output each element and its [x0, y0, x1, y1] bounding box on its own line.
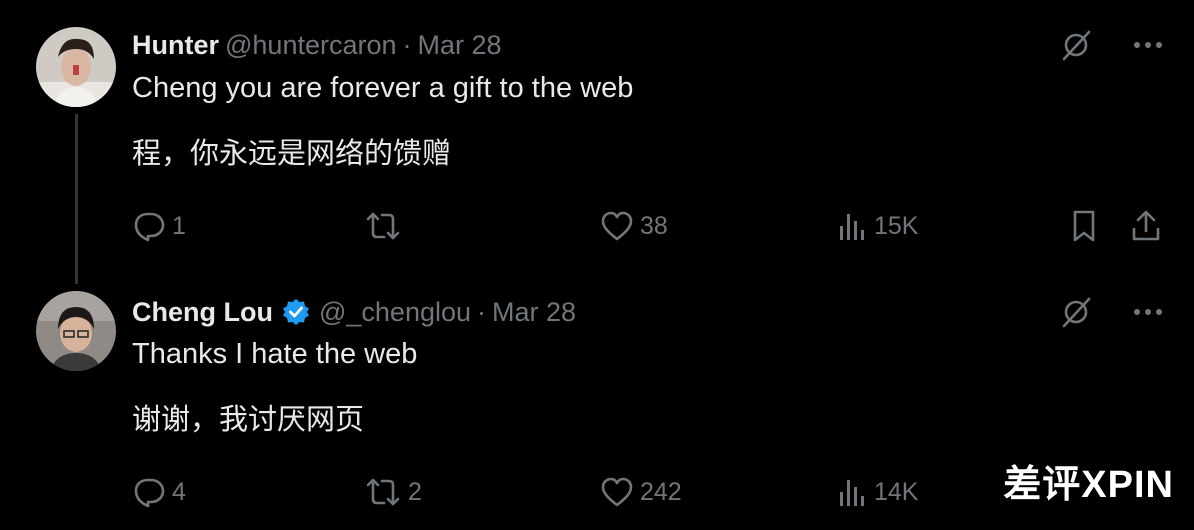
tweet-translation: 程，你永远是网络的馈赠 — [132, 138, 452, 170]
retweet-icon — [366, 212, 400, 240]
view-count: 14K — [874, 477, 919, 506]
views-button[interactable]: 14K — [836, 472, 918, 512]
tweet-translation: 谢谢，我讨厌网页 — [132, 404, 365, 436]
reply-button[interactable]: 1 — [132, 206, 186, 246]
reply-count: 4 — [172, 477, 186, 506]
separator: · — [477, 296, 487, 327]
bookmark-button[interactable] — [1070, 206, 1098, 246]
retweet-count: 2 — [408, 477, 422, 506]
like-button[interactable]: 38 — [600, 206, 668, 246]
tweet-text: Thanks I hate the web — [132, 338, 418, 370]
like-count: 242 — [640, 477, 682, 506]
more-dots-icon[interactable] — [1130, 294, 1166, 330]
separator: · — [402, 29, 412, 60]
bar-chart-icon — [840, 214, 864, 240]
user-handle[interactable]: @_chenglou — [319, 297, 471, 328]
like-count: 38 — [640, 211, 668, 240]
tweet-header: Cheng Lou @_chenglou · Mar 28 — [132, 294, 576, 330]
views-button[interactable]: 15K — [836, 206, 918, 246]
retweet-icon — [366, 478, 400, 506]
speech-bubble-icon — [134, 212, 165, 242]
tweet-top-actions — [1058, 27, 1166, 63]
bar-chart-icon — [840, 480, 864, 506]
retweet-button[interactable] — [364, 206, 408, 246]
tweet-date[interactable]: Mar 28 — [492, 297, 576, 328]
tweet[interactable]: Hunter @huntercaron · Mar 28 Cheng you a… — [0, 0, 1194, 280]
display-name[interactable]: Cheng Lou — [132, 297, 273, 328]
tweet-date[interactable]: Mar 28 — [418, 30, 502, 61]
share-icon — [1132, 210, 1160, 241]
heart-icon — [601, 211, 633, 241]
tweet-header: Hunter @huntercaron · Mar 28 — [132, 27, 502, 63]
tweet-text: Cheng you are forever a gift to the web — [132, 72, 634, 104]
more-dots-icon[interactable] — [1130, 27, 1166, 63]
retweet-button[interactable]: 2 — [364, 472, 422, 512]
avatar-image — [36, 27, 116, 107]
user-handle[interactable]: @huntercaron — [225, 30, 397, 61]
tweet-top-actions — [1058, 294, 1166, 330]
avatar[interactable] — [36, 291, 116, 371]
grok-icon[interactable] — [1058, 27, 1094, 63]
like-button[interactable]: 242 — [600, 472, 682, 512]
grok-icon[interactable] — [1058, 294, 1094, 330]
tweet-actions: 1 38 15K — [132, 206, 1166, 246]
display-name[interactable]: Hunter — [132, 30, 219, 61]
reply-count: 1 — [172, 211, 186, 240]
heart-icon — [601, 477, 633, 507]
speech-bubble-icon — [134, 478, 165, 508]
reply-button[interactable]: 4 — [132, 472, 186, 512]
bookmark-icon — [1073, 210, 1095, 242]
view-count: 15K — [874, 211, 919, 240]
avatar-image — [36, 291, 116, 371]
verified-badge-icon[interactable] — [281, 297, 311, 327]
avatar[interactable] — [36, 27, 116, 107]
watermark: 差评XPIN — [1003, 464, 1174, 506]
share-button[interactable] — [1130, 206, 1162, 246]
